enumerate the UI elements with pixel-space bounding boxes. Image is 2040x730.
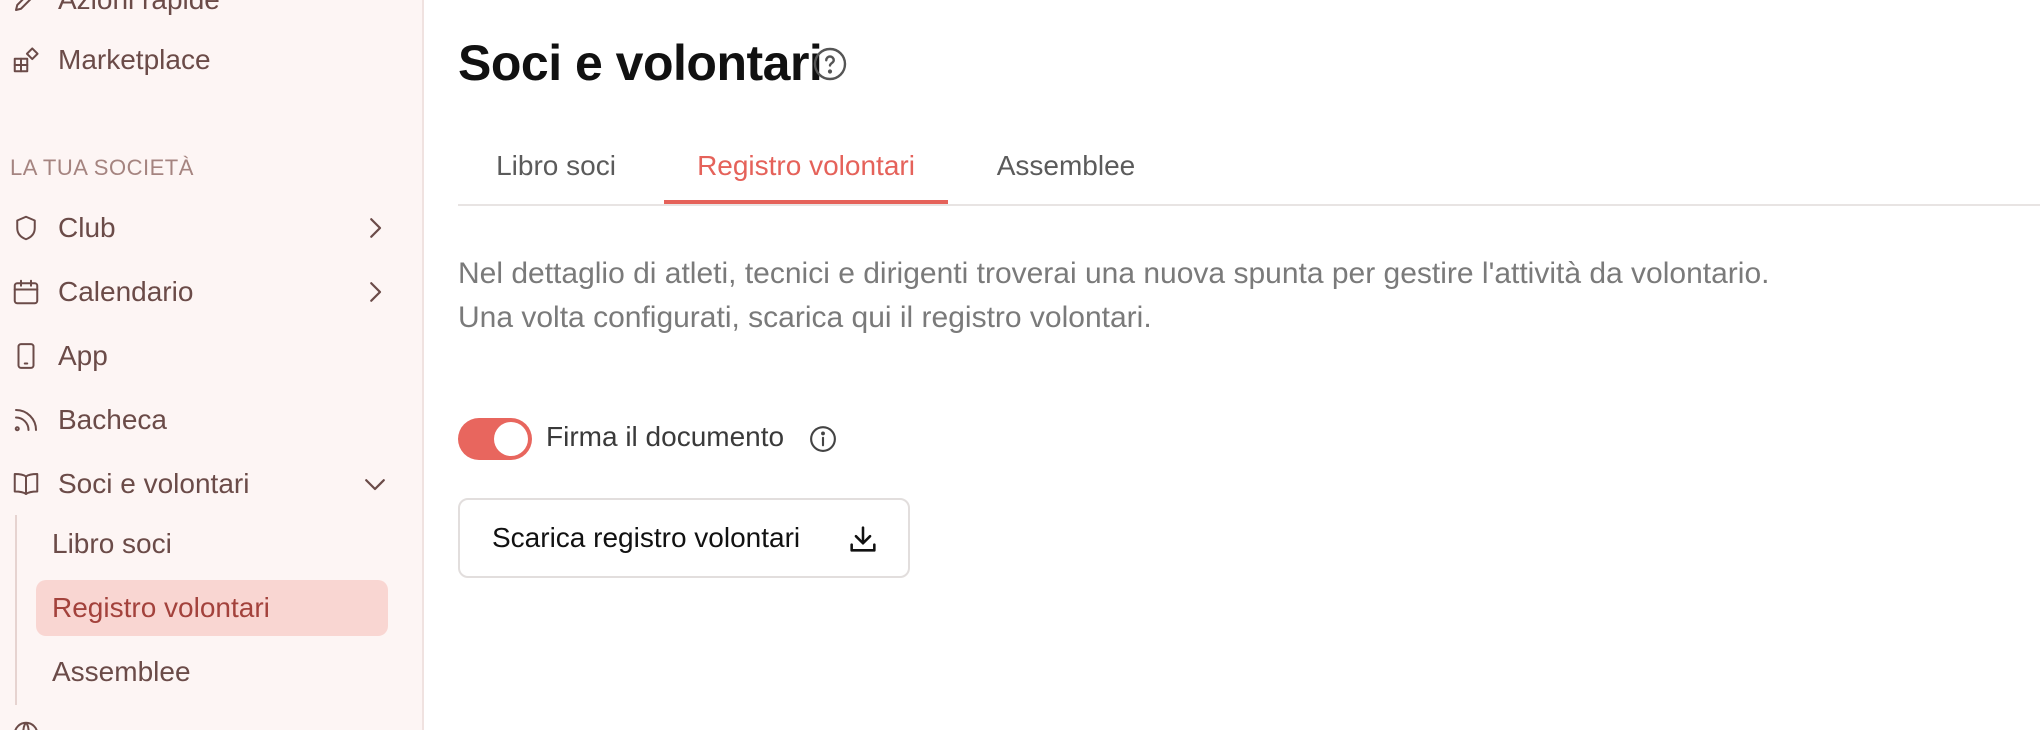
calendar-icon	[10, 276, 42, 308]
sidebar-subitem-label: Assemblee	[52, 656, 191, 687]
help-icon[interactable]	[812, 46, 848, 82]
sidebar-item-label: App	[58, 340, 108, 371]
sidebar-item-bacheca[interactable]: Bacheca	[0, 398, 390, 442]
section-title: LA TUA SOCIETÀ	[10, 155, 194, 180]
sidebar-subitem-libro-soci[interactable]: Libro soci	[36, 516, 388, 572]
sidebar-item-label: Azioni rapide	[58, 0, 220, 16]
book-icon	[10, 468, 42, 500]
tab-registro-volontari[interactable]: Registro volontari	[664, 140, 948, 204]
globe-icon	[10, 718, 42, 730]
download-button-label: Scarica registro volontari	[492, 522, 801, 553]
sidebar-item-club[interactable]: Club	[0, 206, 390, 250]
chevron-right-icon[interactable]	[360, 277, 390, 307]
chevron-right-icon[interactable]	[360, 213, 390, 243]
sidebar-item-label: Bacheca	[58, 404, 167, 435]
sidebar-item-label: Marketplace	[58, 44, 211, 75]
tab-bar: Libro soci Registro volontari Assemblee	[458, 140, 2040, 206]
sidebar-item-app[interactable]: App	[0, 334, 390, 378]
grid-plus-icon	[10, 44, 42, 76]
toggle-label: Firma il documento	[546, 421, 785, 452]
sidebar-subitem-assemblee[interactable]: Assemblee	[36, 644, 388, 700]
sidebar-item-label: Calendario	[58, 276, 194, 307]
sidebar: Azioni rapide Marketplace LA TUA SOCIETÀ…	[0, 0, 424, 730]
shield-icon	[10, 212, 42, 244]
sidebar-item-label: Club	[58, 212, 116, 243]
pencil-icon	[10, 0, 42, 16]
tab-assemblee[interactable]: Assemblee	[958, 140, 1174, 204]
sidebar-item-marketplace[interactable]: Marketplace	[0, 38, 390, 82]
download-register-button[interactable]: Scarica registro volontari	[458, 498, 910, 578]
info-icon[interactable]	[808, 424, 838, 454]
download-icon	[850, 526, 876, 552]
description: Nel dettaglio di atleti, tecnici e dirig…	[458, 252, 1769, 340]
sidebar-subitem-registro-volontari[interactable]: Registro volontari	[36, 580, 388, 636]
phone-icon	[10, 340, 42, 372]
main-content: Soci e volontari Libro soci Registro vol…	[424, 0, 2040, 730]
toggle-knob	[494, 422, 528, 456]
sign-document-toggle[interactable]	[458, 418, 532, 460]
sidebar-item-soci-e-volontari[interactable]: Soci e volontari	[0, 462, 390, 506]
page-title: Soci e volontari	[458, 35, 823, 91]
submenu-rail	[15, 515, 17, 705]
sidebar-item-calendario[interactable]: Calendario	[0, 270, 390, 314]
description-line-1: Nel dettaglio di atleti, tecnici e dirig…	[458, 257, 1770, 290]
description-line-2: Una volta configurati, scarica qui il re…	[458, 301, 1152, 334]
chevron-down-icon[interactable]	[360, 469, 390, 499]
sidebar-subitem-label: Libro soci	[52, 528, 172, 559]
sidebar-item-label: Soci e volontari	[58, 468, 250, 499]
app-window: Azioni rapide Marketplace LA TUA SOCIETÀ…	[0, 0, 2040, 730]
sidebar-item-next[interactable]	[0, 712, 390, 730]
sidebar-item-azioni-rapide[interactable]: Azioni rapide	[0, 0, 390, 22]
rss-icon	[10, 404, 42, 436]
sidebar-subitem-label: Registro volontari	[52, 592, 270, 623]
tab-libro-soci[interactable]: Libro soci	[458, 140, 654, 204]
